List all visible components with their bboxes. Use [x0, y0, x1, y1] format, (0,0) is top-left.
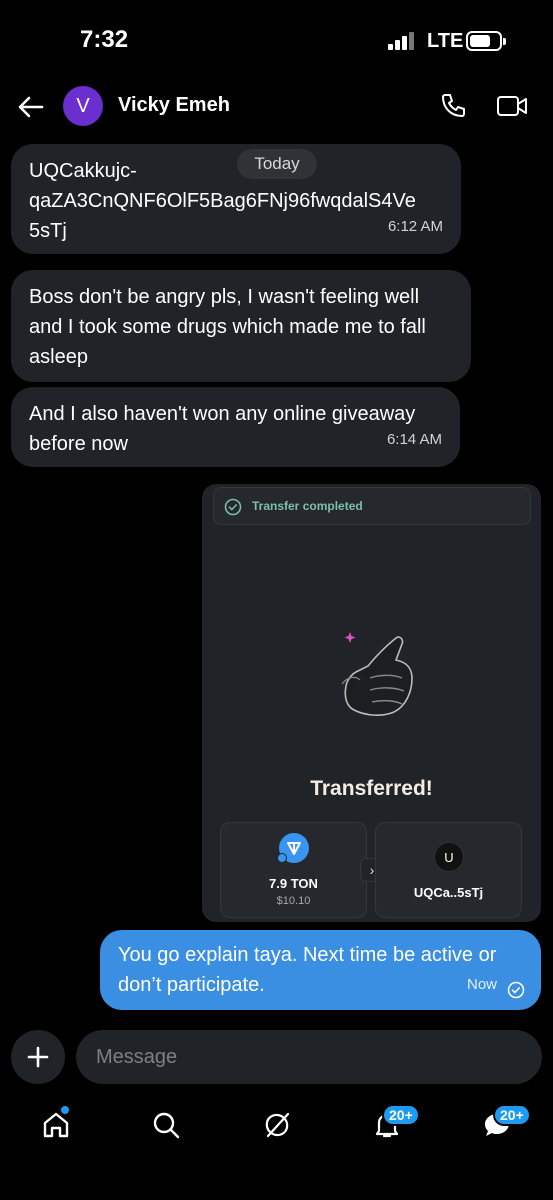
transfer-card[interactable]: Transfer completed Transferred! 7.9 TON … [202, 484, 541, 922]
signal-icon [388, 32, 416, 50]
contact-name[interactable]: Vicky Emeh [118, 94, 230, 117]
message-bubble-outgoing[interactable]: You go explain taya. Next time be active… [100, 930, 541, 1010]
notifications-badge: 20+ [382, 1104, 420, 1126]
message-bubble-incoming[interactable]: Boss don't be angry pls, I wasn't feelin… [11, 270, 471, 382]
recipient-address: UQCa..5sTj [413, 885, 484, 900]
status-time: 7:32 [80, 26, 129, 53]
transfer-amount: 7.9 TON [269, 876, 318, 891]
back-arrow-icon[interactable] [16, 92, 46, 122]
message-text: UQCakkujc- qaZA3CnQNF6OlF5Bag6FNj96fwqda… [29, 160, 416, 242]
date-separator: Today [237, 149, 317, 179]
bottom-nav: 20+ 20+ [0, 1100, 553, 1160]
add-attachment-button[interactable] [11, 1030, 65, 1084]
status-bar: 7:32 LTE [0, 0, 553, 80]
plus-icon [27, 1046, 49, 1068]
avatar[interactable]: V [63, 86, 103, 126]
chat-header: V Vicky Emeh [0, 80, 553, 134]
network-badge-icon [277, 853, 287, 863]
transfer-status-banner: Transfer completed [213, 487, 531, 525]
video-call-icon[interactable] [496, 92, 528, 120]
recipient-avatar: U [434, 842, 464, 872]
notification-dot [61, 1106, 69, 1114]
message-text: Boss don't be angry pls, I wasn't feelin… [29, 286, 426, 368]
battery-icon [466, 31, 506, 51]
message-time: 6:14 AM [386, 431, 442, 448]
transfer-title: Transferred! [310, 777, 433, 800]
sent-check-icon [507, 981, 525, 999]
grok-icon[interactable] [262, 1110, 292, 1140]
search-icon[interactable] [151, 1110, 181, 1140]
message-time: Now [466, 976, 497, 993]
messages-badge: 20+ [493, 1104, 531, 1126]
message-bubble-incoming[interactable]: UQCakkujc- qaZA3CnQNF6OlF5Bag6FNj96fwqda… [11, 144, 461, 254]
thumbs-up-hand-illustration [341, 632, 413, 716]
asset-tile[interactable]: 7.9 TON $10.10 [220, 822, 367, 918]
message-bubble-incoming[interactable]: And I also haven't won any online giveaw… [11, 387, 460, 467]
transfer-status-text: Transfer completed [252, 499, 363, 513]
recipient-tile[interactable]: U UQCa..5sTj [375, 822, 522, 918]
message-input[interactable] [76, 1030, 542, 1084]
network-type: LTE [427, 30, 464, 52]
phone-icon[interactable] [439, 92, 467, 120]
message-text: You go explain taya. Next time be active… [118, 944, 497, 996]
transfer-usd-value: $10.10 [276, 895, 311, 907]
home-icon[interactable] [41, 1110, 71, 1140]
check-circle-icon [224, 498, 242, 516]
message-time: 6:12 AM [387, 218, 443, 235]
